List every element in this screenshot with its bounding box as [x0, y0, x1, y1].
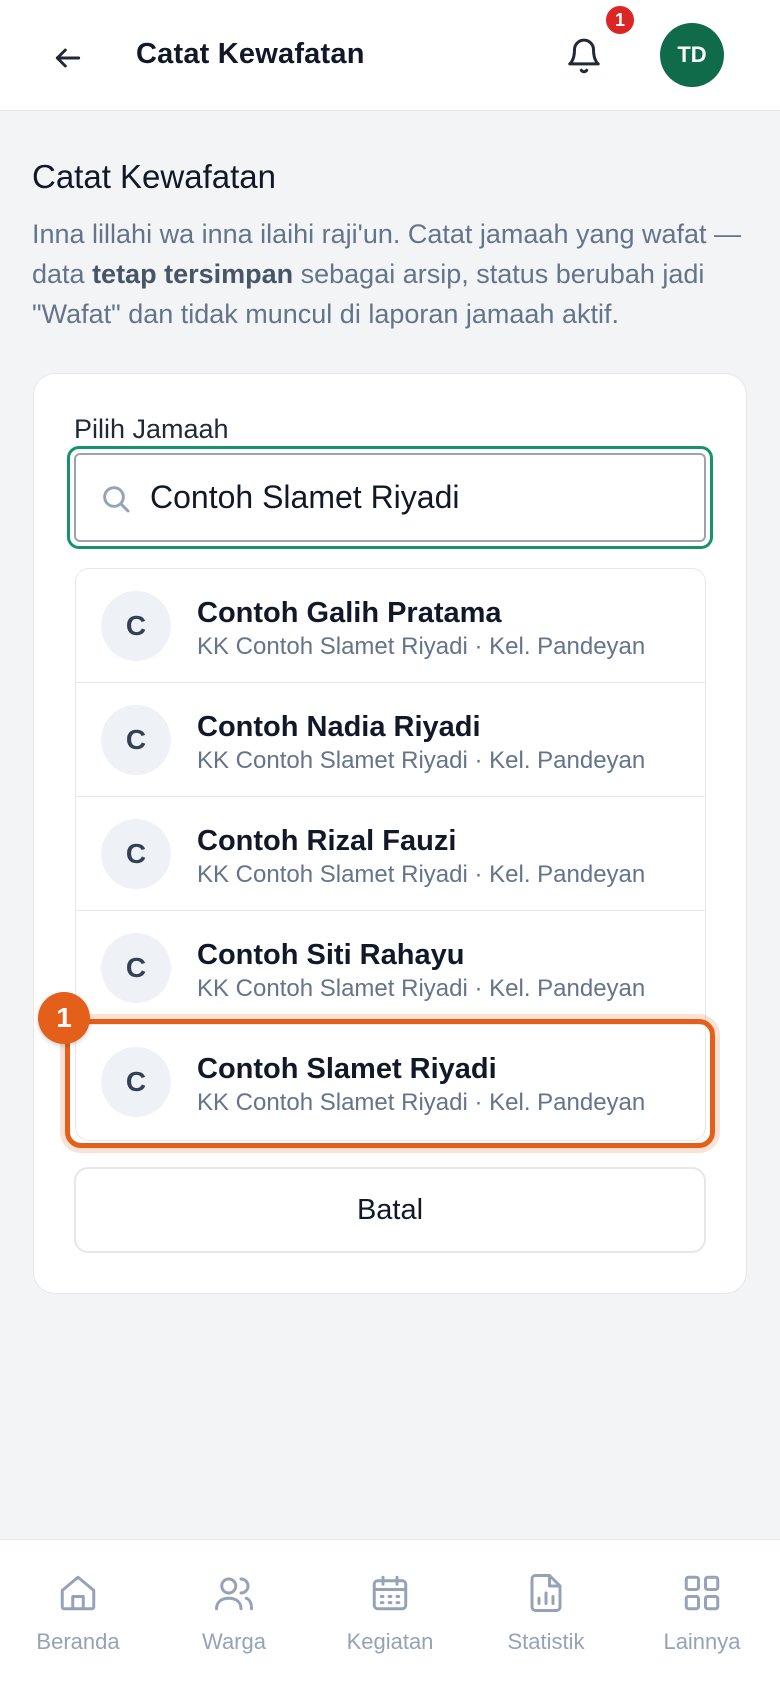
calendar-icon [372, 1575, 408, 1611]
item-name: Contoh Siti Rahayu [197, 939, 465, 971]
item-avatar: C [101, 1047, 171, 1117]
item-subtitle: KK Contoh Slamet Riyadi · Kel. Pandeyan [197, 747, 646, 774]
home-icon [60, 1575, 96, 1611]
back-button[interactable] [40, 30, 96, 86]
item-subtitle: KK Contoh Slamet Riyadi · Kel. Pandeyan [197, 1089, 646, 1116]
page-title: Catat Kewafatan [32, 158, 276, 195]
item-subtitle: KK Contoh Slamet Riyadi · Kel. Pandeyan [197, 975, 646, 1002]
item-avatar: C [101, 705, 171, 775]
user-avatar[interactable]: TD [660, 23, 724, 87]
cancel-button[interactable]: Batal [74, 1167, 706, 1253]
bottom-navigation: Beranda Warga Kegiatan Statistik Lainnya [0, 1539, 780, 1688]
item-name: Contoh Nadia Riyadi [197, 711, 481, 743]
nav-label: Beranda [36, 1629, 120, 1654]
notification-count-badge: 1 [604, 4, 636, 36]
item-subtitle: KK Contoh Slamet Riyadi · Kel. Pandeyan [197, 861, 646, 888]
list-item[interactable]: C Contoh Siti Rahayu KK Contoh Slamet Ri… [76, 911, 705, 1025]
page-description: Inna lillahi wa inna ilaihi raji'un. Cat… [32, 214, 752, 334]
grid-icon [684, 1575, 720, 1611]
bell-icon [568, 38, 600, 74]
item-avatar: C [101, 933, 171, 1003]
nav-label: Kegiatan [346, 1629, 434, 1654]
item-name: Contoh Galih Pratama [197, 597, 502, 629]
search-icon [103, 486, 130, 513]
desc-text-bold: tetap tersimpan [92, 259, 294, 289]
nav-item-lainnya[interactable]: Lainnya [624, 1540, 780, 1688]
notifications-button[interactable] [556, 28, 612, 84]
list-item[interactable]: C Contoh Galih Pratama KK Contoh Slamet … [76, 569, 705, 683]
nav-item-warga[interactable]: Warga [156, 1540, 312, 1688]
item-subtitle: KK Contoh Slamet Riyadi · Kel. Pandeyan [197, 633, 646, 660]
arrow-left-icon [55, 48, 81, 68]
search-input[interactable] [150, 455, 690, 540]
list-item[interactable]: C Contoh Nadia Riyadi KK Contoh Slamet R… [76, 683, 705, 797]
nav-item-beranda[interactable]: Beranda [0, 1540, 156, 1688]
step-number-badge: 1 [38, 992, 90, 1044]
list-item[interactable]: C Contoh Slamet Riyadi KK Contoh Slamet … [76, 1025, 705, 1139]
item-name: Contoh Rizal Fauzi [197, 825, 457, 857]
item-name: Contoh Slamet Riyadi [197, 1053, 497, 1085]
list-item[interactable]: C Contoh Rizal Fauzi KK Contoh Slamet Ri… [76, 797, 705, 911]
item-avatar: C [101, 591, 171, 661]
chart-file-icon [530, 1574, 562, 1612]
search-results-list: C Contoh Galih Pratama KK Contoh Slamet … [75, 568, 706, 1141]
nav-label: Warga [202, 1629, 266, 1654]
nav-item-statistik[interactable]: Statistik [468, 1540, 624, 1688]
top-app-bar: Catat Kewafatan 1 TD [0, 0, 780, 111]
nav-label: Statistik [507, 1629, 585, 1654]
nav-label: Lainnya [663, 1629, 741, 1654]
header-title: Catat Kewafatan [136, 38, 365, 70]
select-jamaah-label: Pilih Jamaah [74, 414, 229, 444]
nav-item-kegiatan[interactable]: Kegiatan [312, 1540, 468, 1688]
item-avatar: C [101, 819, 171, 889]
search-field[interactable] [74, 453, 706, 542]
users-icon [215, 1577, 253, 1611]
